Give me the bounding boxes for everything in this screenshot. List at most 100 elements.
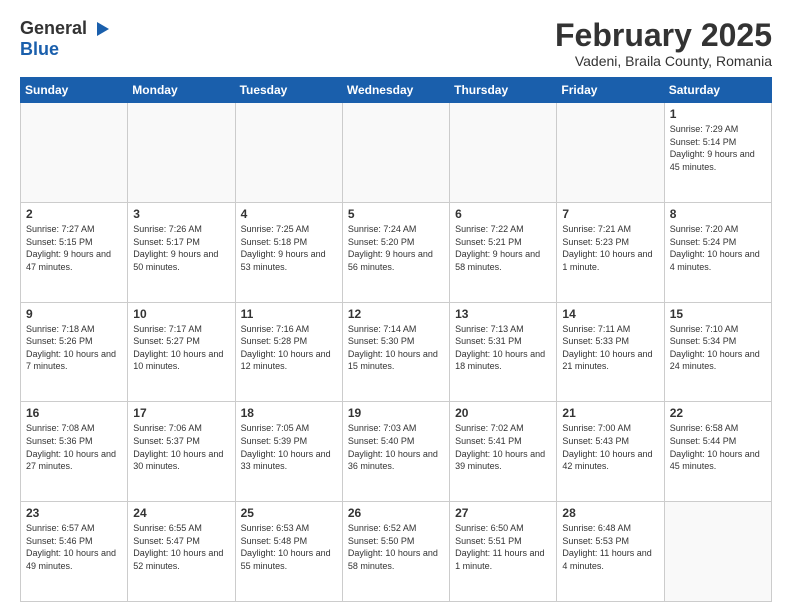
day-number: 25 — [241, 506, 337, 520]
day-info: Sunrise: 7:18 AM Sunset: 5:26 PM Dayligh… — [26, 323, 122, 373]
day-info: Sunrise: 7:20 AM Sunset: 5:24 PM Dayligh… — [670, 223, 766, 273]
day-number: 18 — [241, 406, 337, 420]
calendar-cell: 20 Sunrise: 7:02 AM Sunset: 5:41 PM Dayli… — [450, 402, 557, 502]
calendar-week-2: 2Sunrise: 7:27 AM Sunset: 5:15 PM Daylig… — [21, 202, 772, 302]
col-monday: Monday — [128, 78, 235, 103]
day-number: 13 — [455, 307, 551, 321]
logo-general: General — [20, 19, 87, 39]
day-info: Sunrise: 6:52 AM Sunset: 5:50 PM Dayligh… — [348, 522, 444, 572]
day-info: Sunrise: 6:48 AM Sunset: 5:53 PM Dayligh… — [562, 522, 658, 572]
title-block: February 2025 Vadeni, Braila County, Rom… — [555, 18, 772, 69]
day-info: Sunrise: 7:05 AM Sunset: 5:39 PM Dayligh… — [241, 422, 337, 472]
calendar-cell: 10 Sunrise: 7:17 AM Sunset: 5:27 PM Dayli… — [128, 302, 235, 402]
day-number: 9 — [26, 307, 122, 321]
calendar-cell: 12 Sunrise: 7:14 AM Sunset: 5:30 PM Dayli… — [342, 302, 449, 402]
calendar-cell: 22Sunrise: 6:58 AM Sunset: 5:44 PM Dayli… — [664, 402, 771, 502]
day-info: Sunrise: 6:58 AM Sunset: 5:44 PM Dayligh… — [670, 422, 766, 472]
day-number: 26 — [348, 506, 444, 520]
logo-blue: Blue — [20, 40, 111, 60]
calendar-table: Sunday Monday Tuesday Wednesday Thursday… — [20, 77, 772, 602]
day-info: Sunrise: 7:17 AM Sunset: 5:27 PM Dayligh… — [133, 323, 229, 373]
page: General Blue February 2025 Vadeni, Brail… — [0, 0, 792, 612]
calendar-cell: 26 Sunrise: 6:52 AM Sunset: 5:50 PM Dayli… — [342, 502, 449, 602]
day-info: Sunrise: 7:02 AM Sunset: 5:41 PM Dayligh… — [455, 422, 551, 472]
day-number: 21 — [562, 406, 658, 420]
calendar-cell: 7 Sunrise: 7:21 AM Sunset: 5:23 PM Daylig… — [557, 202, 664, 302]
day-info: Sunrise: 7:08 AM Sunset: 5:36 PM Dayligh… — [26, 422, 122, 472]
calendar-header-row: Sunday Monday Tuesday Wednesday Thursday… — [21, 78, 772, 103]
day-number: 23 — [26, 506, 122, 520]
calendar-cell: 5 Sunrise: 7:24 AM Sunset: 5:20 PM Daylig… — [342, 202, 449, 302]
calendar-cell: 25 Sunrise: 6:53 AM Sunset: 5:48 PM Dayli… — [235, 502, 342, 602]
calendar-cell — [664, 502, 771, 602]
day-info: Sunrise: 7:21 AM Sunset: 5:23 PM Dayligh… — [562, 223, 658, 273]
day-info: Sunrise: 7:03 AM Sunset: 5:40 PM Dayligh… — [348, 422, 444, 472]
day-info: Sunrise: 6:53 AM Sunset: 5:48 PM Dayligh… — [241, 522, 337, 572]
calendar-cell: 24 Sunrise: 6:55 AM Sunset: 5:47 PM Dayli… — [128, 502, 235, 602]
calendar-cell: 9 Sunrise: 7:18 AM Sunset: 5:26 PM Daylig… — [21, 302, 128, 402]
calendar-cell: 4Sunrise: 7:25 AM Sunset: 5:18 PM Daylig… — [235, 202, 342, 302]
calendar-cell: 6 Sunrise: 7:22 AM Sunset: 5:21 PM Daylig… — [450, 202, 557, 302]
calendar-cell: 28Sunrise: 6:48 AM Sunset: 5:53 PM Dayli… — [557, 502, 664, 602]
day-info: Sunrise: 7:26 AM Sunset: 5:17 PM Dayligh… — [133, 223, 229, 273]
day-info: Sunrise: 7:29 AM Sunset: 5:14 PM Dayligh… — [670, 123, 766, 173]
col-friday: Friday — [557, 78, 664, 103]
day-info: Sunrise: 7:25 AM Sunset: 5:18 PM Dayligh… — [241, 223, 337, 273]
day-info: Sunrise: 7:11 AM Sunset: 5:33 PM Dayligh… — [562, 323, 658, 373]
col-sunday: Sunday — [21, 78, 128, 103]
day-number: 2 — [26, 207, 122, 221]
col-thursday: Thursday — [450, 78, 557, 103]
day-number: 11 — [241, 307, 337, 321]
header: General Blue February 2025 Vadeni, Brail… — [20, 18, 772, 69]
day-number: 27 — [455, 506, 551, 520]
day-number: 1 — [670, 107, 766, 121]
col-wednesday: Wednesday — [342, 78, 449, 103]
day-number: 20 — [455, 406, 551, 420]
calendar-cell: 17 Sunrise: 7:06 AM Sunset: 5:37 PM Dayli… — [128, 402, 235, 502]
day-number: 24 — [133, 506, 229, 520]
calendar-week-3: 9 Sunrise: 7:18 AM Sunset: 5:26 PM Daylig… — [21, 302, 772, 402]
day-info: Sunrise: 6:55 AM Sunset: 5:47 PM Dayligh… — [133, 522, 229, 572]
logo: General Blue — [20, 18, 111, 60]
day-info: Sunrise: 7:10 AM Sunset: 5:34 PM Dayligh… — [670, 323, 766, 373]
calendar-subtitle: Vadeni, Braila County, Romania — [555, 53, 772, 69]
calendar-cell: 14 Sunrise: 7:11 AM Sunset: 5:33 PM Dayli… — [557, 302, 664, 402]
day-number: 8 — [670, 207, 766, 221]
calendar-cell: 2Sunrise: 7:27 AM Sunset: 5:15 PM Daylig… — [21, 202, 128, 302]
logo-icon — [89, 18, 111, 40]
day-number: 16 — [26, 406, 122, 420]
day-number: 15 — [670, 307, 766, 321]
day-info: Sunrise: 7:13 AM Sunset: 5:31 PM Dayligh… — [455, 323, 551, 373]
day-number: 6 — [455, 207, 551, 221]
day-number: 14 — [562, 307, 658, 321]
calendar-cell: 15 Sunrise: 7:10 AM Sunset: 5:34 PM Dayli… — [664, 302, 771, 402]
calendar-cell — [21, 103, 128, 203]
calendar-cell: 19 Sunrise: 7:03 AM Sunset: 5:40 PM Dayli… — [342, 402, 449, 502]
calendar-cell: 11 Sunrise: 7:16 AM Sunset: 5:28 PM Dayli… — [235, 302, 342, 402]
day-number: 3 — [133, 207, 229, 221]
calendar-cell: 16 Sunrise: 7:08 AM Sunset: 5:36 PM Dayli… — [21, 402, 128, 502]
calendar-cell — [235, 103, 342, 203]
calendar-cell: 8 Sunrise: 7:20 AM Sunset: 5:24 PM Daylig… — [664, 202, 771, 302]
day-number: 17 — [133, 406, 229, 420]
day-info: Sunrise: 7:24 AM Sunset: 5:20 PM Dayligh… — [348, 223, 444, 273]
day-number: 7 — [562, 207, 658, 221]
day-number: 5 — [348, 207, 444, 221]
day-number: 12 — [348, 307, 444, 321]
day-info: Sunrise: 6:57 AM Sunset: 5:46 PM Dayligh… — [26, 522, 122, 572]
day-number: 19 — [348, 406, 444, 420]
day-info: Sunrise: 7:14 AM Sunset: 5:30 PM Dayligh… — [348, 323, 444, 373]
calendar-cell: 18 Sunrise: 7:05 AM Sunset: 5:39 PM Dayli… — [235, 402, 342, 502]
calendar-cell: 3 Sunrise: 7:26 AM Sunset: 5:17 PM Daylig… — [128, 202, 235, 302]
calendar-cell: 21Sunrise: 7:00 AM Sunset: 5:43 PM Dayli… — [557, 402, 664, 502]
day-info: Sunrise: 7:06 AM Sunset: 5:37 PM Dayligh… — [133, 422, 229, 472]
col-tuesday: Tuesday — [235, 78, 342, 103]
calendar-week-1: 1 Sunrise: 7:29 AM Sunset: 5:14 PM Daylig… — [21, 103, 772, 203]
day-number: 10 — [133, 307, 229, 321]
day-info: Sunrise: 7:16 AM Sunset: 5:28 PM Dayligh… — [241, 323, 337, 373]
calendar-cell: 13 Sunrise: 7:13 AM Sunset: 5:31 PM Dayli… — [450, 302, 557, 402]
calendar-cell — [128, 103, 235, 203]
calendar-title: February 2025 — [555, 18, 772, 53]
calendar-cell: 1 Sunrise: 7:29 AM Sunset: 5:14 PM Daylig… — [664, 103, 771, 203]
day-info: Sunrise: 7:22 AM Sunset: 5:21 PM Dayligh… — [455, 223, 551, 273]
